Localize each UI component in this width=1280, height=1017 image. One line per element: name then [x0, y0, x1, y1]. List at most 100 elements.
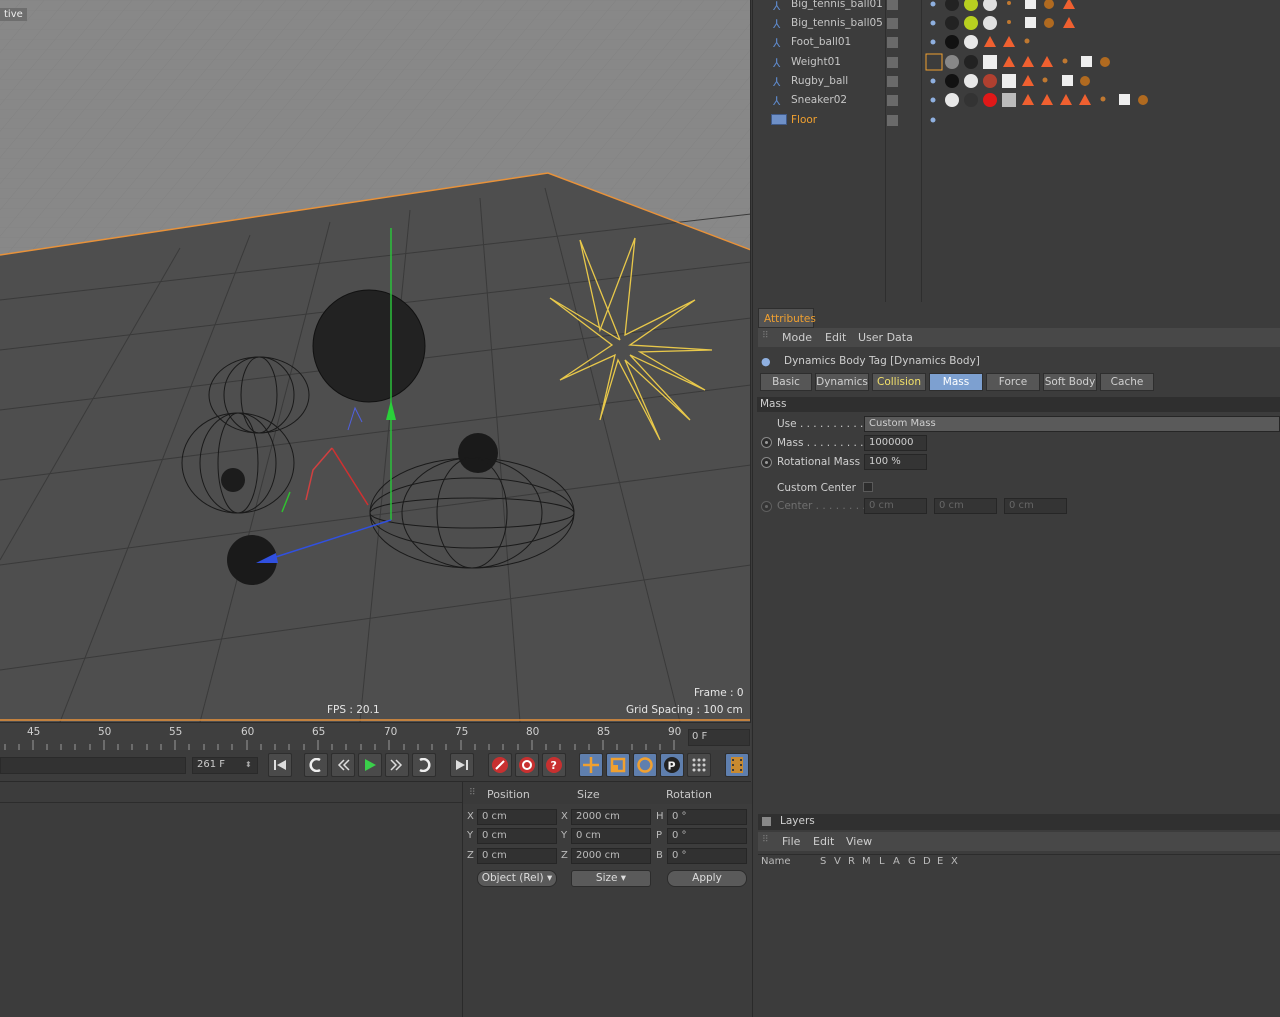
goto-start-button[interactable] — [268, 753, 292, 777]
play-button[interactable] — [358, 753, 382, 777]
use-dropdown[interactable]: Custom Mass — [864, 416, 1280, 432]
rot-axis-label: B — [656, 850, 663, 861]
next-key-icon — [419, 758, 431, 772]
col-a[interactable]: A — [893, 856, 900, 867]
size-z-field[interactable]: 2000 cm — [571, 848, 651, 864]
size-y-field[interactable]: 0 cm — [571, 828, 651, 844]
current-frame-field[interactable]: 0 F — [688, 729, 750, 746]
col-name[interactable]: Name — [761, 856, 791, 867]
col-x[interactable]: X — [951, 856, 958, 867]
rotation-p-field[interactable]: 0 ° — [667, 828, 747, 844]
move-cross-icon — [583, 757, 599, 773]
size-x-field[interactable]: 2000 cm — [571, 809, 651, 825]
visibility-icon[interactable] — [887, 37, 898, 48]
tick-label: 85 — [597, 726, 611, 738]
visibility-icon[interactable] — [887, 18, 898, 29]
pos-axis-label: Z — [467, 850, 474, 861]
prev-frame-button[interactable] — [331, 753, 355, 777]
tab-basic[interactable]: Basic — [760, 373, 812, 391]
grip-icon[interactable]: ⠿ — [762, 835, 769, 845]
menu-edit[interactable]: Edit — [813, 835, 834, 848]
auto-key-button[interactable] — [515, 753, 539, 777]
custom-center-label: Custom Center — [777, 482, 856, 494]
svg-text:P: P — [668, 760, 676, 773]
center-y-field[interactable]: 0 cm — [934, 498, 997, 514]
key-rotation-button[interactable] — [633, 753, 657, 777]
size-mode-select[interactable]: Size ▾ — [571, 870, 651, 887]
menu-user-data[interactable]: User Data — [858, 331, 913, 344]
rotation-b-field[interactable]: 0 ° — [667, 848, 747, 864]
center-x-field[interactable]: 0 cm — [864, 498, 927, 514]
menu-mode[interactable]: Mode — [782, 331, 812, 344]
key-scale-button[interactable] — [606, 753, 630, 777]
tab-dynamics[interactable]: Dynamics — [815, 373, 869, 391]
spinner-arrows-icon[interactable]: ⬍ — [245, 760, 252, 769]
visibility-icon[interactable] — [887, 115, 898, 126]
record-button[interactable] — [488, 753, 512, 777]
col-e[interactable]: E — [937, 856, 943, 867]
layers-menu-bar: ⠿ File Edit View — [758, 832, 1280, 851]
timeline-window-button[interactable] — [725, 753, 749, 777]
attributes-tab[interactable]: Attributes — [758, 308, 816, 328]
start-frame-field[interactable] — [0, 757, 186, 774]
object-name: Floor — [791, 114, 818, 126]
key-pla-button[interactable] — [687, 753, 711, 777]
3d-viewport[interactable]: tive FPS : 20.1 Frame : 0 Grid Spacing :… — [0, 0, 751, 722]
goto-end-button[interactable] — [450, 753, 474, 777]
object-icon: ⅄ — [773, 36, 781, 50]
apply-button[interactable]: Apply — [667, 870, 747, 887]
key-parameter-button[interactable]: P — [660, 753, 684, 777]
col-g[interactable]: G — [908, 856, 916, 867]
rotation-h-field[interactable]: 0 ° — [667, 809, 747, 825]
layers-title-bar: Layers — [758, 814, 1280, 830]
grip-icon[interactable]: ⠿ — [762, 331, 769, 341]
prev-key-button[interactable] — [304, 753, 328, 777]
menu-file[interactable]: File — [782, 835, 800, 848]
viewport-mode-tab[interactable]: tive — [0, 8, 27, 21]
grip-icon[interactable]: ⠿ — [469, 788, 476, 798]
fps-readout: FPS : 20.1 — [327, 704, 380, 716]
next-frame-button[interactable] — [385, 753, 409, 777]
rotational-mass-field[interactable]: 100 % — [864, 454, 927, 470]
tab-mass[interactable]: Mass — [929, 373, 983, 391]
tab-force[interactable]: Force — [986, 373, 1040, 391]
tab-collision[interactable]: Collision — [872, 373, 926, 391]
tick-label: 80 — [526, 726, 540, 738]
mass-label: Mass . . . . . . . . . . — [777, 437, 871, 449]
object-mode-select[interactable]: Object (Rel) ▾ — [477, 870, 557, 887]
key-position-button[interactable] — [579, 753, 603, 777]
object-tags[interactable] — [925, 0, 1280, 135]
timeline-ruler[interactable]: 45 50 55 60 65 70 75 80 85 90 — [0, 722, 751, 750]
object-mode-label: Object (Rel) — [481, 872, 544, 884]
dynamics-tag-icon: ● — [761, 355, 771, 368]
keyframe-selection-button[interactable]: ? — [542, 753, 566, 777]
visibility-icon[interactable] — [887, 57, 898, 68]
center-animate-radio[interactable] — [761, 501, 772, 512]
center-z-field[interactable]: 0 cm — [1004, 498, 1067, 514]
rotational-mass-animate-radio[interactable] — [761, 457, 772, 468]
visibility-icon[interactable] — [887, 76, 898, 87]
mass-section-header[interactable]: Mass — [757, 397, 1280, 412]
col-v[interactable]: V — [834, 856, 841, 867]
tab-soft-body[interactable]: Soft Body — [1043, 373, 1097, 391]
col-r[interactable]: R — [848, 856, 855, 867]
next-key-button[interactable] — [412, 753, 436, 777]
position-z-field[interactable]: 0 cm — [477, 848, 557, 864]
col-l[interactable]: L — [879, 856, 885, 867]
grid-spacing-readout: Grid Spacing : 100 cm — [626, 704, 743, 716]
col-d[interactable]: D — [923, 856, 931, 867]
tab-cache[interactable]: Cache — [1100, 373, 1154, 391]
position-x-field[interactable]: 0 cm — [477, 809, 557, 825]
custom-center-checkbox[interactable] — [863, 482, 873, 492]
menu-edit[interactable]: Edit — [825, 331, 846, 344]
col-s[interactable]: S — [820, 856, 826, 867]
object-icon: ⅄ — [773, 75, 781, 89]
object-name: Big_tennis_ball01 — [791, 0, 883, 10]
menu-view[interactable]: View — [846, 835, 872, 848]
mass-animate-radio[interactable] — [761, 437, 772, 448]
visibility-icon[interactable] — [887, 0, 898, 10]
col-m[interactable]: M — [862, 856, 871, 867]
visibility-icon[interactable] — [887, 95, 898, 106]
mass-field[interactable]: 1000000 — [864, 435, 927, 451]
position-y-field[interactable]: 0 cm — [477, 828, 557, 844]
